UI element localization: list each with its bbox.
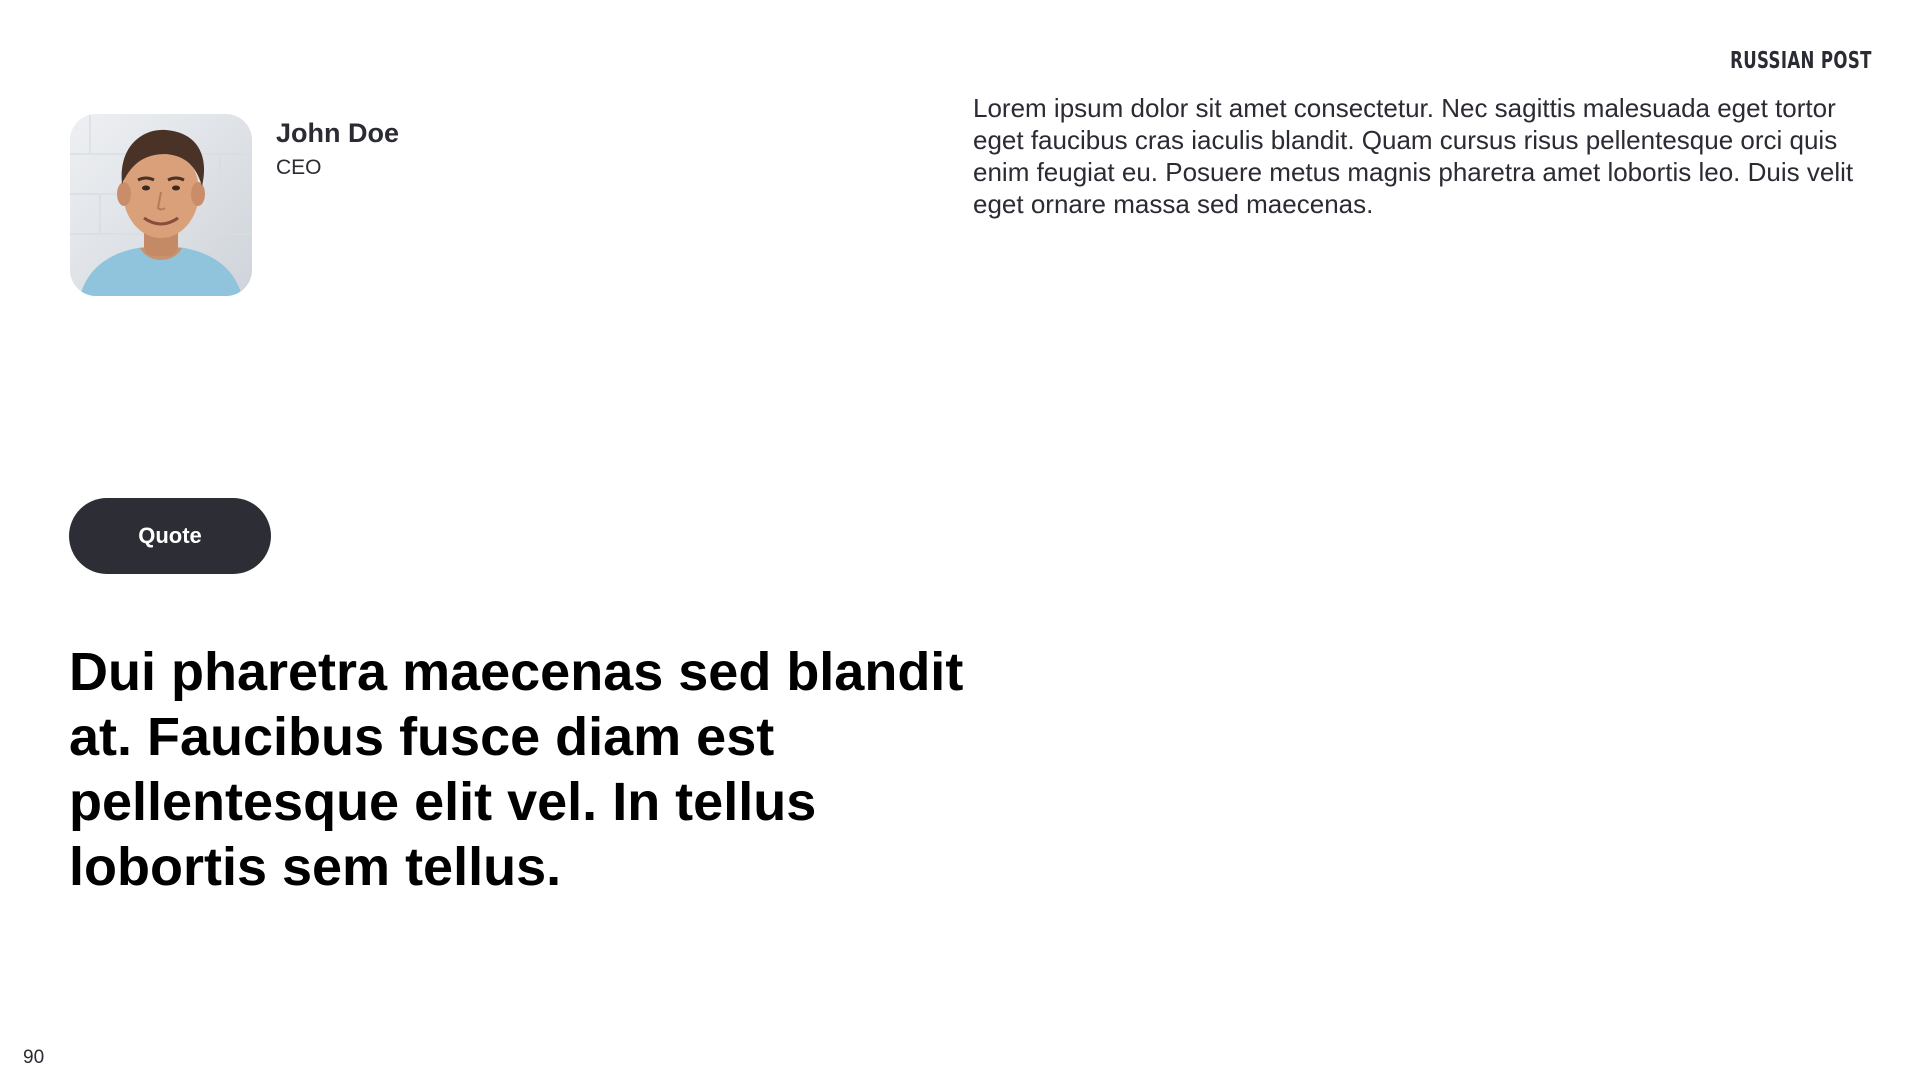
page-number: 90 (23, 1047, 45, 1068)
brand-logo: RUSSIAN POST (1730, 48, 1872, 74)
person-role: CEO (276, 156, 322, 179)
quote-text: Dui pharetra maecenas sed blandit at. Fa… (69, 642, 964, 897)
person-name: John Doe (276, 118, 400, 148)
quote-button[interactable]: Quote (69, 498, 271, 574)
profile-card: John Doe CEO (70, 114, 399, 296)
intro-paragraph: Lorem ipsum dolor sit amet consectetur. … (973, 93, 1854, 219)
avatar-photo (70, 114, 252, 296)
avatar (70, 114, 252, 296)
person-info: John Doe CEO (276, 116, 399, 182)
